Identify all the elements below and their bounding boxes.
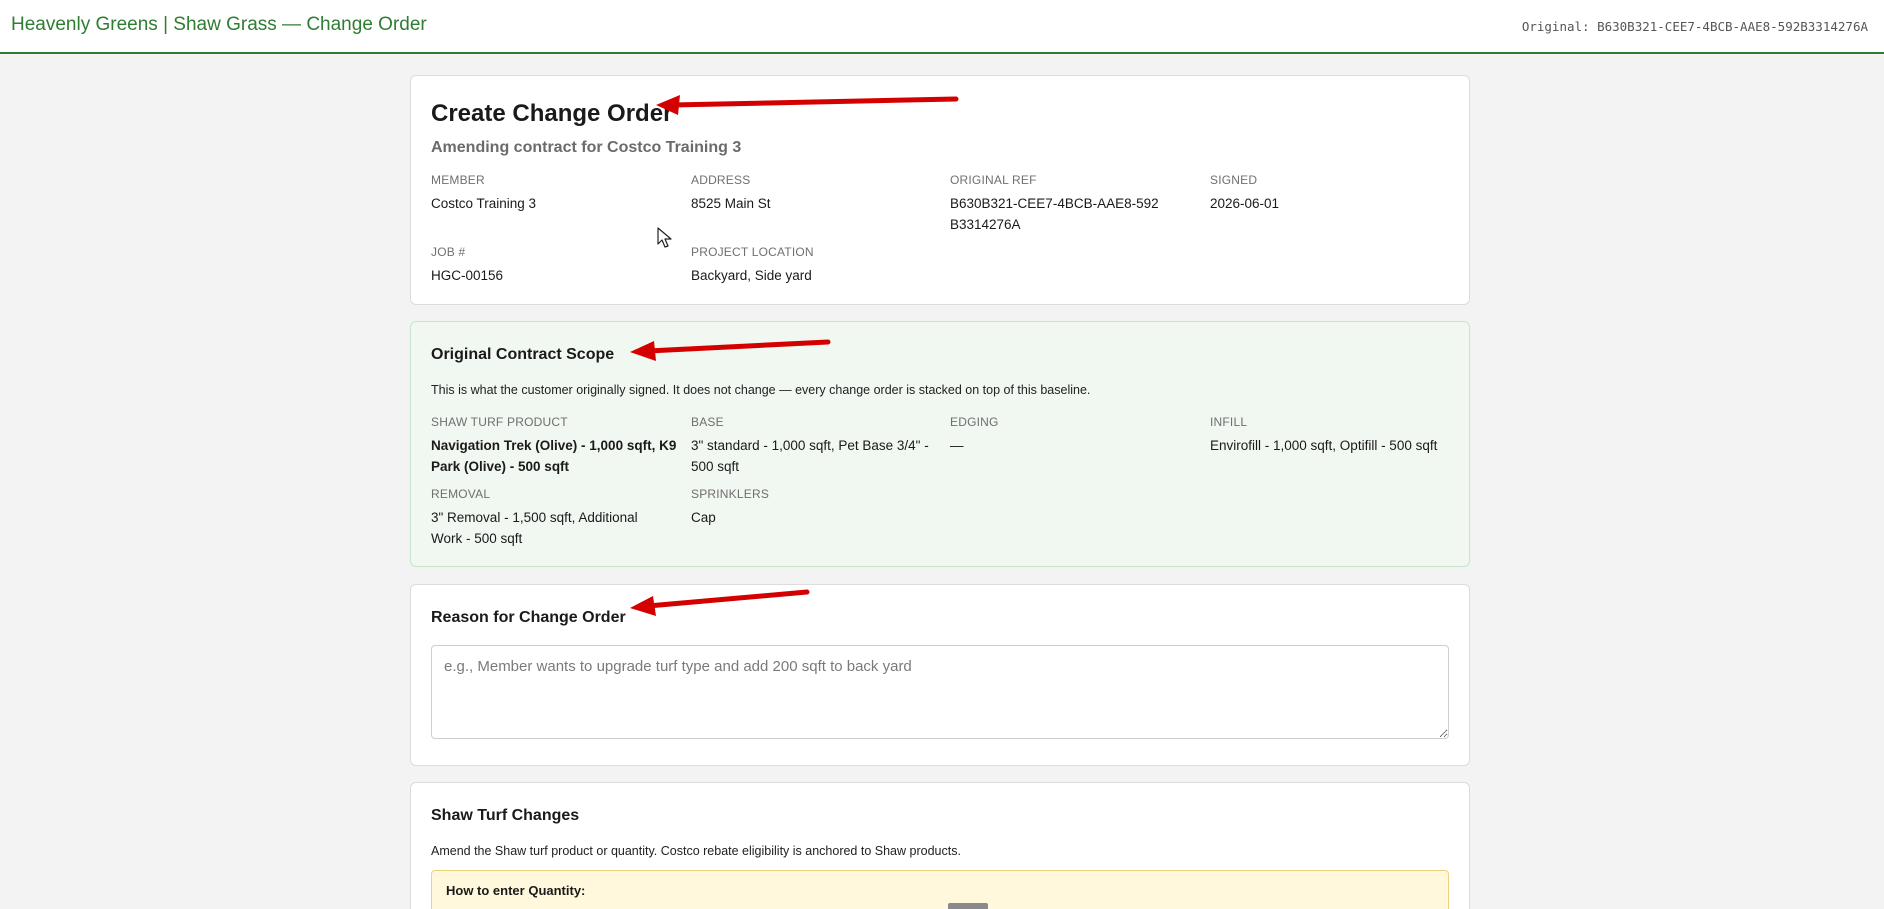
edging-field: EDGING — bbox=[950, 415, 1190, 456]
field-value: HGC-00156 bbox=[431, 268, 504, 283]
app-title: Heavenly Greens | Shaw Grass — Change Or… bbox=[11, 14, 427, 35]
field-label: BASE bbox=[691, 415, 724, 429]
field-value: Cap bbox=[691, 510, 716, 525]
quantity-help-notice: How to enter Quantity: bbox=[431, 870, 1449, 909]
field-label: SHAW TURF PRODUCT bbox=[431, 415, 568, 429]
turf-product-field: SHAW TURF PRODUCT Navigation Trek (Olive… bbox=[431, 415, 681, 477]
address-field: ADDRESS 8525 Main St bbox=[691, 173, 931, 214]
field-label: INFILL bbox=[1210, 415, 1248, 429]
field-value: 3" standard - 1,000 sqft, Pet Base 3/4" … bbox=[691, 438, 929, 474]
field-label: EDGING bbox=[950, 415, 999, 429]
field-label: ORIGINAL REF bbox=[950, 173, 1037, 187]
field-value: Backyard, Side yard bbox=[691, 268, 812, 283]
field-value: B630B321-CEE7-4BCB-AAE8-592B3314276A bbox=[950, 196, 1159, 232]
field-value: 3" Removal - 1,500 sqft, Additional Work… bbox=[431, 510, 638, 546]
field-label: REMOVAL bbox=[431, 487, 491, 501]
scope-title: Original Contract Scope bbox=[431, 346, 615, 363]
removal-field: REMOVAL 3" Removal - 1,500 sqft, Additio… bbox=[431, 487, 661, 549]
scroll-grip[interactable] bbox=[948, 903, 988, 909]
mouse-cursor-icon bbox=[657, 227, 672, 248]
field-value: Navigation Trek (Olive) - 1,000 sqft, K9… bbox=[431, 438, 677, 474]
field-label: MEMBER bbox=[431, 173, 485, 187]
turf-changes-card: Shaw Turf Changes Amend the Shaw turf pr… bbox=[410, 782, 1470, 909]
original-ref-field: ORIGINAL REF B630B321-CEE7-4BCB-AAE8-592… bbox=[950, 173, 1160, 235]
field-label: JOB # bbox=[431, 245, 466, 259]
field-label: SIGNED bbox=[1210, 173, 1258, 187]
sprinklers-field: SPRINKLERS Cap bbox=[691, 487, 931, 528]
signed-field: SIGNED 2026-06-01 bbox=[1210, 173, 1450, 214]
field-value: 8525 Main St bbox=[691, 196, 771, 211]
turf-description: Amend the Shaw turf product or quantity.… bbox=[431, 844, 961, 858]
field-label: SPRINKLERS bbox=[691, 487, 770, 501]
scope-description: This is what the customer originally sig… bbox=[431, 383, 1091, 397]
field-value: — bbox=[950, 438, 964, 453]
original-scope-card: Original Contract Scope This is what the… bbox=[410, 321, 1470, 567]
field-value: 2026-06-01 bbox=[1210, 196, 1280, 211]
page-title: Create Change Order bbox=[431, 100, 673, 127]
field-value: Envirofill - 1,000 sqft, Optifill - 500 … bbox=[1210, 438, 1438, 453]
field-value: Costco Training 3 bbox=[431, 196, 537, 211]
page-subtitle: Amending contract for Costco Training 3 bbox=[431, 139, 742, 156]
base-field: BASE 3" standard - 1,000 sqft, Pet Base … bbox=[691, 415, 941, 477]
member-field: MEMBER Costco Training 3 bbox=[431, 173, 671, 214]
notice-title: How to enter Quantity: bbox=[446, 883, 586, 898]
top-bar: Heavenly Greens | Shaw Grass — Change Or… bbox=[0, 0, 1884, 54]
reason-textarea[interactable] bbox=[431, 645, 1449, 739]
job-number-field: JOB # HGC-00156 bbox=[431, 245, 671, 286]
reason-title: Reason for Change Order bbox=[431, 609, 626, 626]
original-id-label: Original: B630B321-CEE7-4BCB-AAE8-592B33… bbox=[1521, 19, 1868, 34]
field-label: PROJECT LOCATION bbox=[691, 245, 814, 259]
reason-card: Reason for Change Order bbox=[410, 584, 1470, 766]
create-change-order-card: Create Change Order Amending contract fo… bbox=[410, 75, 1470, 305]
infill-field: INFILL Envirofill - 1,000 sqft, Optifill… bbox=[1210, 415, 1460, 456]
turf-title: Shaw Turf Changes bbox=[431, 807, 580, 824]
project-location-field: PROJECT LOCATION Backyard, Side yard bbox=[691, 245, 931, 286]
field-label: ADDRESS bbox=[691, 173, 751, 187]
